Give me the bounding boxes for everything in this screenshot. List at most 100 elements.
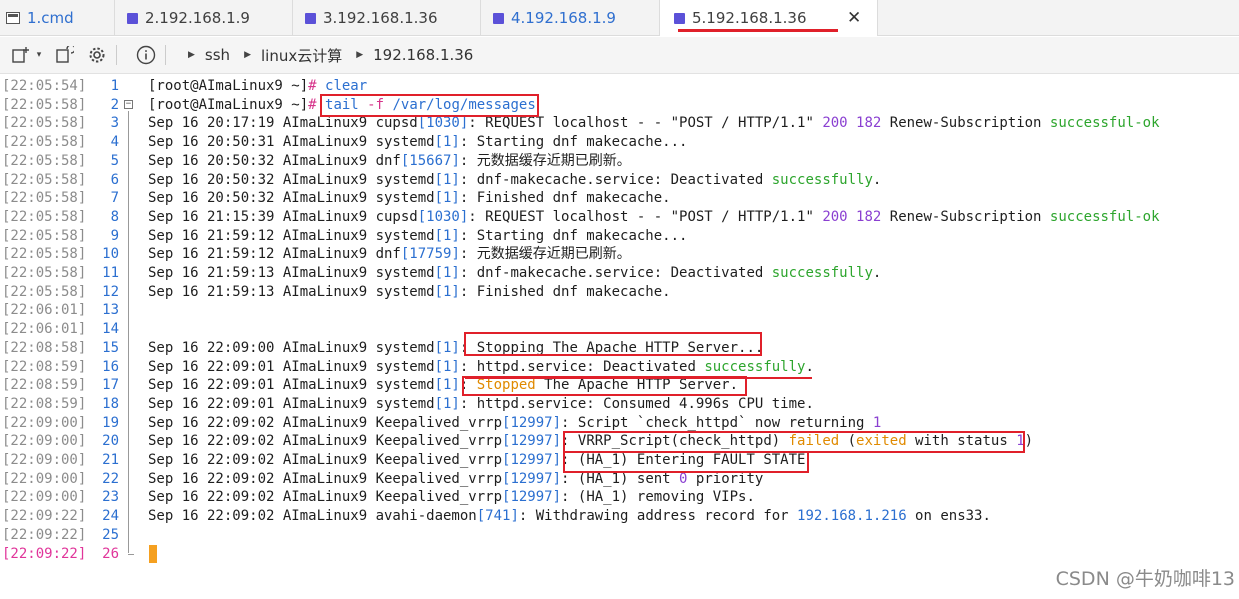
text-segment [848,115,856,131]
line-number: 6 [110,171,119,188]
timestamp: [22:08:58] [2,339,87,356]
fold-toggle-icon[interactable]: − [124,99,133,109]
timestamp: [22:09:00] [2,414,87,431]
text-segment: Sep 16 21:59:12 AImaLinux9 systemd [148,227,435,244]
tab-3-ssh[interactable]: 3.192.168.1.36 [293,0,481,36]
text-segment: [12997] [502,470,562,487]
close-icon[interactable]: ✕ [847,8,861,28]
text-segment: Renew-Subscription [881,115,1050,132]
tab-bar: 1.cmd 2.192.168.1.9 3.192.168.1.36 4.192… [0,0,1239,36]
line-number: 13 [102,302,119,319]
line-number: 1 [110,78,119,94]
line-number: 16 [102,358,119,375]
tab-5-ssh-active[interactable]: 5.192.168.1.36 ✕ [660,0,878,36]
breadcrumb-ssh[interactable]: ssh [205,46,230,64]
line-number: 17 [102,377,119,394]
breadcrumb-group[interactable]: linux云计算 [261,45,342,66]
timestamp: [22:05:58] [2,190,87,207]
breadcrumb-host[interactable]: 192.168.1.36 [373,46,473,64]
text-segment: ) [1024,433,1034,450]
text-segment: [741] [476,508,519,525]
toolbar-divider [116,45,117,65]
text-segment: [17759] [400,246,460,263]
new-tab-icon[interactable] [10,44,32,66]
text-segment: Sep 16 21:15:39 AImaLinux9 cupsd [148,208,418,225]
line-text: Sep 16 22:09:02 AImaLinux9 avahi-daemon[… [148,507,991,526]
highlight-underline [465,377,812,379]
line-number: 12 [102,283,119,300]
line-text: Sep 16 21:59:13 AImaLinux9 systemd[1]: F… [148,283,671,302]
line-number: 8 [110,208,119,225]
text-segment: Sep 16 20:50:31 AImaLinux9 systemd [148,134,435,151]
text-segment: priority [687,470,764,487]
text-segment: : Starting dnf makecache... [459,134,688,151]
text-segment: Sep 16 22:09:02 AImaLinux9 Keepalived_vr… [148,433,503,450]
session-icon [674,12,685,24]
text-segment: : dnf-makecache.service: Deactivated [459,171,772,188]
timestamp: [22:05:58] [2,115,87,132]
line-number: 7 [110,190,119,207]
line-text: Sep 16 20:50:32 AImaLinux9 systemd[1]: d… [148,171,881,190]
text-segment: 182 [856,115,882,132]
line-number: 15 [102,339,119,356]
line-text: Sep 16 22:09:02 AImaLinux9 Keepalived_vr… [148,488,755,507]
timestamp: [22:06:01] [2,321,87,338]
text-segment: [1] [434,171,460,188]
tab-1-cmd[interactable]: 1.cmd [0,0,115,36]
timestamp: [22:05:58] [2,208,87,225]
line-text: Sep 16 20:50:31 AImaLinux9 systemd[1]: S… [148,133,687,152]
timestamp: [22:08:59] [2,358,87,375]
tab-label: 2.192.168.1.9 [145,9,250,27]
text-segment: Sep 16 22:09:01 AImaLinux9 systemd [148,358,435,375]
timestamp: [22:05:58] [2,227,87,244]
line-number: 24 [102,508,119,525]
text-segment: Sep 16 22:09:01 AImaLinux9 systemd [148,377,435,394]
breadcrumb-arrow-icon: ▶ [244,50,251,60]
timestamp: [22:05:58] [2,134,87,151]
text-segment: successfully [704,358,806,375]
text-segment: [root@AImaLinux9 ~] [148,78,309,94]
text-segment: : httpd.service: Consumed 4.996s CPU tim… [459,395,814,412]
text-segment: [1] [434,339,460,356]
line-text: Sep 16 20:17:19 AImaLinux9 cupsd[1030]: … [148,114,1160,133]
line-number: 10 [102,246,119,263]
timestamp: [22:05:58] [2,265,87,281]
terminal-output[interactable]: [22:05:54] 1 [root@AImaLinux9 ~]# clear [22… [0,75,1239,599]
line-text: Sep 16 22:09:01 AImaLinux9 systemd[1]: h… [148,358,814,377]
timestamp: [22:08:59] [2,377,87,394]
text-segment: [1030] [417,115,469,132]
text-segment: : httpd.service: Deactivated [459,358,705,375]
text-segment: successfully [771,171,873,188]
text-segment: [12997] [502,489,562,506]
text-segment: Sep 16 20:17:19 AImaLinux9 cupsd [148,115,418,132]
text-segment: Sep 16 22:09:02 AImaLinux9 Keepalived_vr… [148,470,503,487]
text-segment: Sep 16 20:50:32 AImaLinux9 systemd [148,190,435,207]
text-segment: [12997] [502,414,562,431]
text-segment: Sep 16 22:09:01 AImaLinux9 systemd [148,395,435,412]
duplicate-tab-icon[interactable] [54,44,76,66]
settings-icon[interactable] [86,44,108,66]
text-segment: : REQUEST localhost - - "POST / HTTP/1.1… [468,208,823,225]
text-segment: . [805,358,814,375]
text-segment: [1] [434,377,460,394]
timestamp: [22:05:54] [2,78,87,94]
line-text: Sep 16 20:50:32 AImaLinux9 dnf[15667]: 元… [148,152,631,171]
timestamp: [22:09:00] [2,470,87,487]
text-segment: Sep 16 22:09:02 AImaLinux9 Keepalived_vr… [148,414,503,431]
text-segment: Sep 16 22:09:00 AImaLinux9 systemd [148,339,435,356]
text-segment: [1] [434,190,460,207]
timestamp: [22:09:00] [2,433,87,450]
text-segment: 192.168.1.216 [797,508,907,525]
text-segment: clear [325,78,368,94]
timestamp: [22:05:58] [2,171,87,188]
tab-2-ssh[interactable]: 2.192.168.1.9 [115,0,293,36]
text-segment: 200 [822,208,848,225]
tab-4-ssh[interactable]: 4.192.168.1.9 [481,0,660,36]
timestamp: [22:09:00] [2,489,87,506]
info-icon[interactable] [135,44,157,66]
text-segment: : Starting dnf makecache... [459,227,688,244]
line-number: 20 [102,433,119,450]
line-text: [root@AImaLinux9 ~]# clear [148,77,367,96]
dropdown-arrow-icon[interactable]: ▾ [34,44,44,66]
timestamp: [22:05:58] [2,246,87,263]
